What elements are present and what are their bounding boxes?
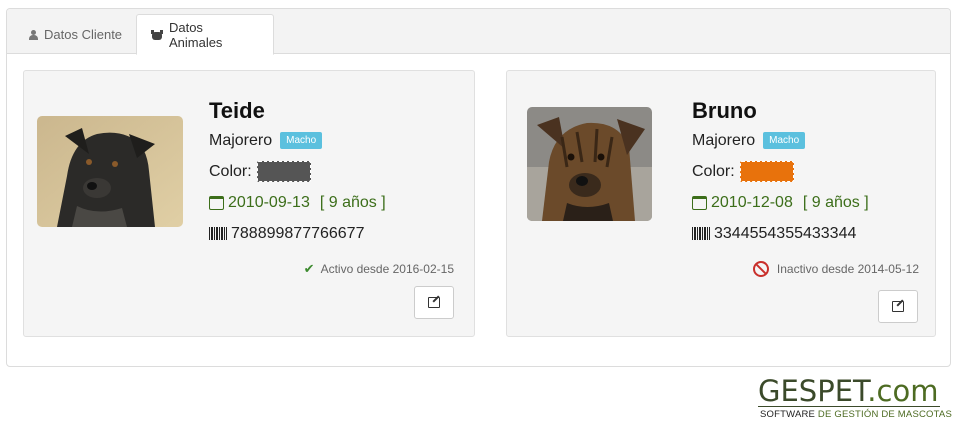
status-label: Inactivo desde 2014-05-12 bbox=[776, 262, 919, 276]
chip-number: 788899877766677 bbox=[231, 225, 365, 242]
person-icon bbox=[29, 29, 38, 40]
tab-label: Datos Animales bbox=[168, 19, 223, 50]
status-text: ✔ Activo desde 2016-02-15 bbox=[304, 261, 454, 277]
color-label: Color: bbox=[692, 163, 735, 180]
animal-name: Bruno bbox=[692, 98, 757, 123]
animal-age: [ 9 años ] bbox=[802, 194, 869, 211]
barcode-icon bbox=[209, 227, 227, 240]
breed-row: Majorero Macho bbox=[209, 125, 386, 156]
logo-divider bbox=[758, 406, 940, 407]
edit-button[interactable] bbox=[414, 286, 454, 319]
tagline-part-2: DE GESTIÓN DE MASCOTAS bbox=[817, 409, 952, 420]
calendar-icon bbox=[209, 195, 224, 210]
birth-date: 2010-09-13 bbox=[228, 194, 310, 211]
animal-photo bbox=[37, 116, 183, 227]
tab-datos-animales[interactable]: Datos Animales bbox=[136, 14, 274, 55]
sex-badge: Macho bbox=[763, 132, 806, 149]
color-swatch bbox=[739, 161, 794, 182]
tab-bar: Datos Cliente Datos Animales bbox=[7, 9, 950, 55]
sex-badge: Macho bbox=[280, 132, 323, 149]
color-row: Color: bbox=[692, 156, 869, 187]
color-row: Color: bbox=[209, 156, 386, 187]
animal-info: Bruno Majorero Macho Color: 2010-12-08 [… bbox=[692, 97, 869, 249]
birth-date: 2010-12-08 bbox=[711, 194, 793, 211]
birth-date-row: 2010-09-13 [ 9 años ] bbox=[209, 187, 386, 218]
animal-breed: Majorero bbox=[692, 132, 756, 149]
birth-date-row: 2010-12-08 [ 9 años ] bbox=[692, 187, 869, 218]
edit-button[interactable] bbox=[878, 290, 918, 323]
status-label: Activo desde 2016-02-15 bbox=[320, 262, 454, 276]
animal-data-panel: Datos Cliente Datos Animales Teide Major… bbox=[6, 8, 951, 367]
tagline-part-1: SOFTWARE bbox=[760, 409, 818, 420]
animal-breed: Majorero bbox=[209, 132, 273, 149]
calendar-icon bbox=[692, 195, 707, 210]
animal-card-bruno: Bruno Majorero Macho Color: 2010-12-08 [… bbox=[506, 70, 936, 337]
animal-photo bbox=[527, 107, 652, 221]
gespet-logo: GESPET.com SOFTWARE DE GESTIÓN DE MASCOT… bbox=[758, 376, 952, 422]
paw-icon bbox=[151, 29, 163, 40]
chip-number: 3344554355433344 bbox=[714, 225, 857, 242]
animal-name: Teide bbox=[209, 98, 265, 123]
animal-card-teide: Teide Majorero Macho Color: 2010-09-13 [… bbox=[23, 70, 475, 337]
barcode-icon bbox=[692, 227, 710, 240]
animal-info: Teide Majorero Macho Color: 2010-09-13 [… bbox=[209, 97, 386, 249]
edit-icon bbox=[428, 297, 440, 308]
logo-suffix: .com bbox=[867, 374, 939, 408]
logo-wordmark: GESPET.com bbox=[758, 376, 948, 406]
tab-datos-cliente[interactable]: Datos Cliente bbox=[15, 15, 136, 54]
ban-icon bbox=[752, 261, 769, 277]
status-text: Inactivo desde 2014-05-12 bbox=[752, 261, 919, 277]
logo-main-text: GESPET bbox=[758, 374, 868, 408]
check-icon: ✔ bbox=[303, 261, 315, 276]
animal-age: [ 9 años ] bbox=[319, 194, 386, 211]
chip-row: 788899877766677 bbox=[209, 218, 386, 249]
tab-label: Datos Cliente bbox=[44, 27, 123, 42]
logo-tagline: SOFTWARE DE GESTIÓN DE MASCOTAS bbox=[760, 409, 952, 420]
color-swatch bbox=[256, 161, 311, 182]
chip-row: 3344554355433344 bbox=[692, 218, 869, 249]
breed-row: Majorero Macho bbox=[692, 125, 869, 156]
color-label: Color: bbox=[209, 163, 252, 180]
edit-icon bbox=[892, 301, 904, 312]
